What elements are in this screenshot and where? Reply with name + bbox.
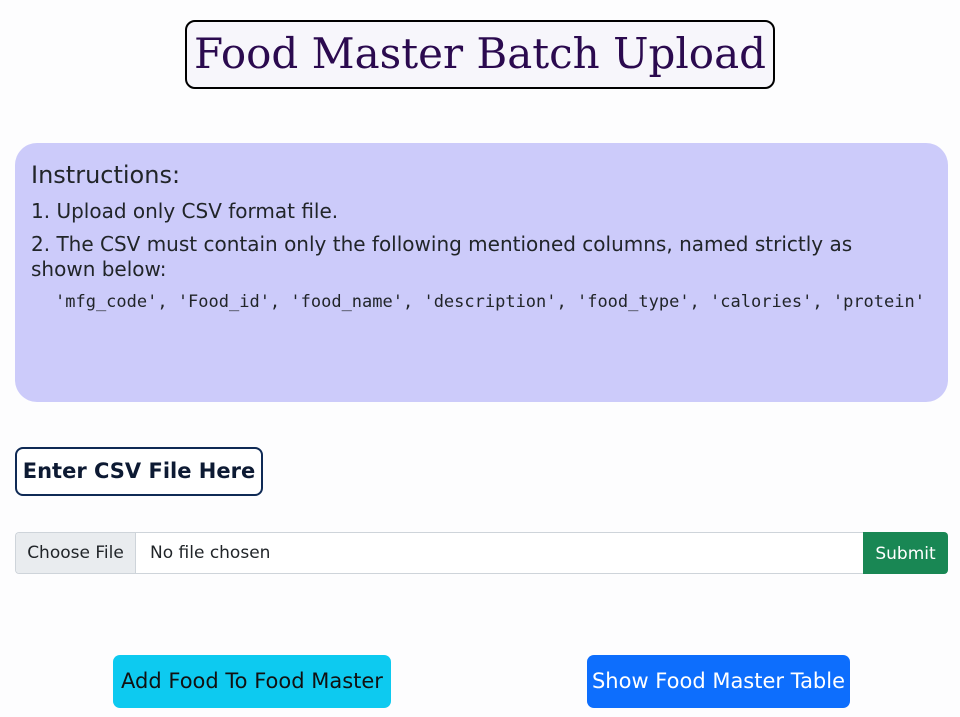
page-title: Food Master Batch Upload bbox=[185, 20, 775, 89]
instruction-line-2: 2. The CSV must contain only the followi… bbox=[31, 232, 853, 281]
file-status-text: No file chosen bbox=[150, 543, 271, 563]
columns-list[interactable]: 'mfg_code', 'Food_id', 'food_name', 'des… bbox=[55, 290, 932, 314]
upload-form: Choose File No file chosen Submit bbox=[15, 532, 948, 574]
instruction-line-1: 1. Upload only CSV format file. bbox=[31, 199, 339, 223]
instructions-heading: Instructions: bbox=[31, 161, 181, 189]
show-food-master-table-button[interactable]: Show Food Master Table bbox=[587, 655, 850, 708]
file-input[interactable]: Choose File No file chosen bbox=[15, 532, 863, 574]
submit-button[interactable]: Submit bbox=[863, 532, 948, 574]
csv-file-label: Enter CSV File Here bbox=[15, 447, 263, 496]
choose-file-button[interactable]: Choose File bbox=[16, 533, 136, 573]
add-food-button[interactable]: Add Food To Food Master bbox=[113, 655, 391, 708]
title-container: Food Master Batch Upload bbox=[0, 20, 960, 89]
instructions-panel: Instructions: 1. Upload only CSV format … bbox=[15, 143, 948, 402]
